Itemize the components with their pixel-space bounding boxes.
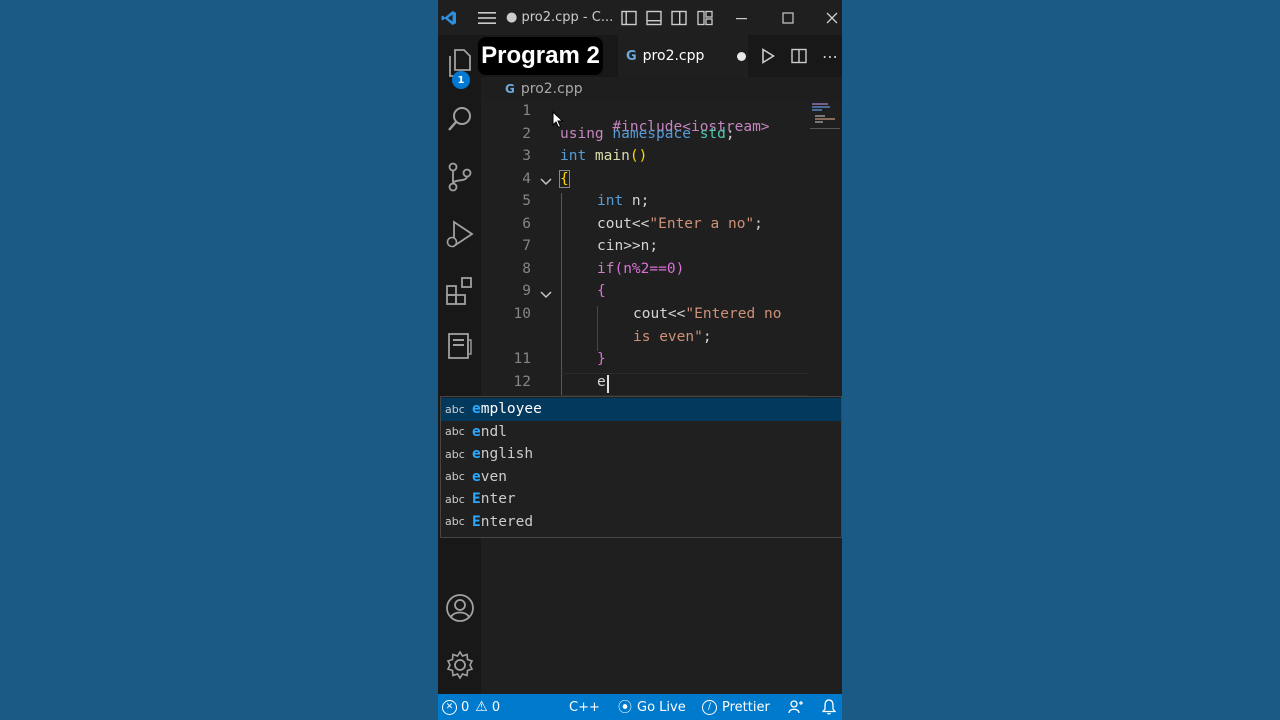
toggle-secondary-sidebar-icon[interactable] (668, 0, 690, 35)
mouse-pointer-icon (552, 110, 564, 133)
line-number: 8 (522, 261, 531, 277)
tab-label: pro2.cpp (642, 48, 705, 64)
warning-count: 0 (491, 699, 501, 715)
breadcrumb-file: pro2.cpp (520, 81, 583, 97)
code-line-2: using namespace std; (560, 126, 735, 142)
code-line-10-wrap: is even"; (633, 329, 712, 345)
toggle-primary-sidebar-icon[interactable] (618, 0, 640, 35)
language-mode[interactable]: C++ (569, 694, 600, 720)
prettier-label: Prettier (722, 699, 770, 715)
title-bar: ● pro2.cpp - C... (438, 0, 842, 35)
status-bar: ✕ 0 ⚠ 0 C++ ⦿ Go Live / Prettier (438, 694, 842, 720)
search-icon[interactable] (438, 97, 481, 141)
code-line-8: if(n%2==0) (597, 261, 685, 277)
breadcrumb[interactable]: G pro2.cpp (481, 77, 842, 101)
line-number: 1 (522, 103, 531, 119)
close-icon[interactable] (820, 0, 842, 35)
cpp-icon: G (505, 82, 515, 96)
warning-icon: ⚠ (475, 699, 488, 715)
indent-guide (597, 306, 598, 351)
line-number: 10 (513, 306, 531, 322)
suggestion-item[interactable]: abc e ndl (441, 421, 841, 444)
text-kind-icon: abc (445, 515, 465, 529)
fold-chevron-icon[interactable] (539, 287, 553, 301)
more-actions-icon[interactable]: ⋯ (820, 46, 840, 66)
suggestion-item[interactable]: abc Entered (441, 511, 841, 534)
error-icon: ✕ (442, 699, 457, 715)
line-number: 3 (522, 148, 531, 164)
line-number: 12 (513, 374, 531, 390)
code-line-11: } (597, 351, 606, 367)
customize-layout-icon[interactable] (694, 0, 716, 35)
program-label: Program 2 (478, 37, 603, 75)
settings-gear-icon[interactable] (438, 643, 481, 687)
line-number: 7 (522, 238, 531, 254)
code-line-5: int n; (597, 193, 650, 209)
suggestion-item[interactable]: abc e mployee (441, 398, 841, 421)
toggle-panel-icon[interactable] (643, 0, 665, 35)
suggestion-item[interactable]: abc e nglish (441, 443, 841, 466)
run-file-button[interactable] (758, 46, 778, 66)
go-live-button[interactable]: ⦿ Go Live (618, 694, 686, 720)
code-line-9: { (597, 283, 606, 299)
minimap[interactable] (810, 101, 840, 129)
code-line-12: e (597, 374, 606, 390)
suggestion-item[interactable]: abc Enter (441, 488, 841, 511)
fold-chevron-icon[interactable] (539, 174, 553, 188)
text-kind-icon: abc (445, 425, 465, 439)
text-kind-icon: abc (445, 402, 465, 416)
line-number: 2 (522, 126, 531, 142)
suggestion-item[interactable]: abc e ven (441, 466, 841, 489)
vscode-window: ● pro2.cpp - C... 1 Program 2 G pro2.cpp… (438, 0, 842, 720)
prettier-icon: / (702, 699, 717, 715)
problems-indicator[interactable]: ✕ 0 ⚠ 0 (442, 694, 500, 720)
line-number: 11 (513, 351, 531, 367)
line-number: 4 (522, 171, 531, 187)
menu-icon[interactable] (474, 0, 500, 35)
window-title: ● pro2.cpp - C... (506, 10, 614, 25)
unsaved-dot-icon[interactable] (737, 51, 747, 61)
line-number: 5 (522, 193, 531, 209)
text-kind-icon: abc (445, 492, 465, 506)
run-debug-icon[interactable] (438, 212, 481, 256)
code-line-6: cout<<"Enter a no"; (597, 216, 763, 232)
go-live-label: Go Live (637, 699, 686, 715)
vscode-logo-icon (438, 0, 460, 35)
broadcast-icon: ⦿ (618, 700, 632, 716)
maximize-icon[interactable] (776, 0, 800, 35)
remote-explorer-icon[interactable] (438, 325, 481, 369)
explorer-badge: 1 (452, 71, 470, 89)
explorer-icon[interactable]: 1 (438, 41, 481, 89)
source-control-icon[interactable] (438, 155, 481, 199)
notifications-bell-icon[interactable] (822, 694, 836, 720)
feedback-icon[interactable] (788, 694, 804, 720)
line-number: 9 (522, 283, 531, 299)
activity-bar: 1 (438, 35, 481, 694)
split-editor-icon[interactable] (789, 46, 809, 66)
line-number: 6 (522, 216, 531, 232)
account-icon[interactable] (438, 586, 481, 630)
extensions-icon[interactable] (438, 269, 481, 313)
text-kind-icon: abc (445, 447, 465, 461)
prettier-button[interactable]: / Prettier (702, 694, 770, 720)
code-line-3: int main() (560, 148, 648, 164)
cpp-icon: G (626, 48, 637, 64)
minimize-icon[interactable] (730, 0, 754, 35)
tab-pro2-cpp[interactable]: G pro2.cpp (618, 35, 748, 77)
text-cursor (607, 375, 609, 393)
code-line-7: cin>>n; (597, 238, 659, 254)
suggest-widget: abc e mployee abc e ndl abc e nglish abc ev… (440, 396, 842, 538)
code-line-4: { (559, 170, 570, 188)
code-line-10: cout<<"Entered no (633, 306, 782, 322)
error-count: 0 (461, 699, 470, 715)
text-kind-icon: abc (445, 470, 465, 484)
indent-guide (561, 193, 562, 399)
